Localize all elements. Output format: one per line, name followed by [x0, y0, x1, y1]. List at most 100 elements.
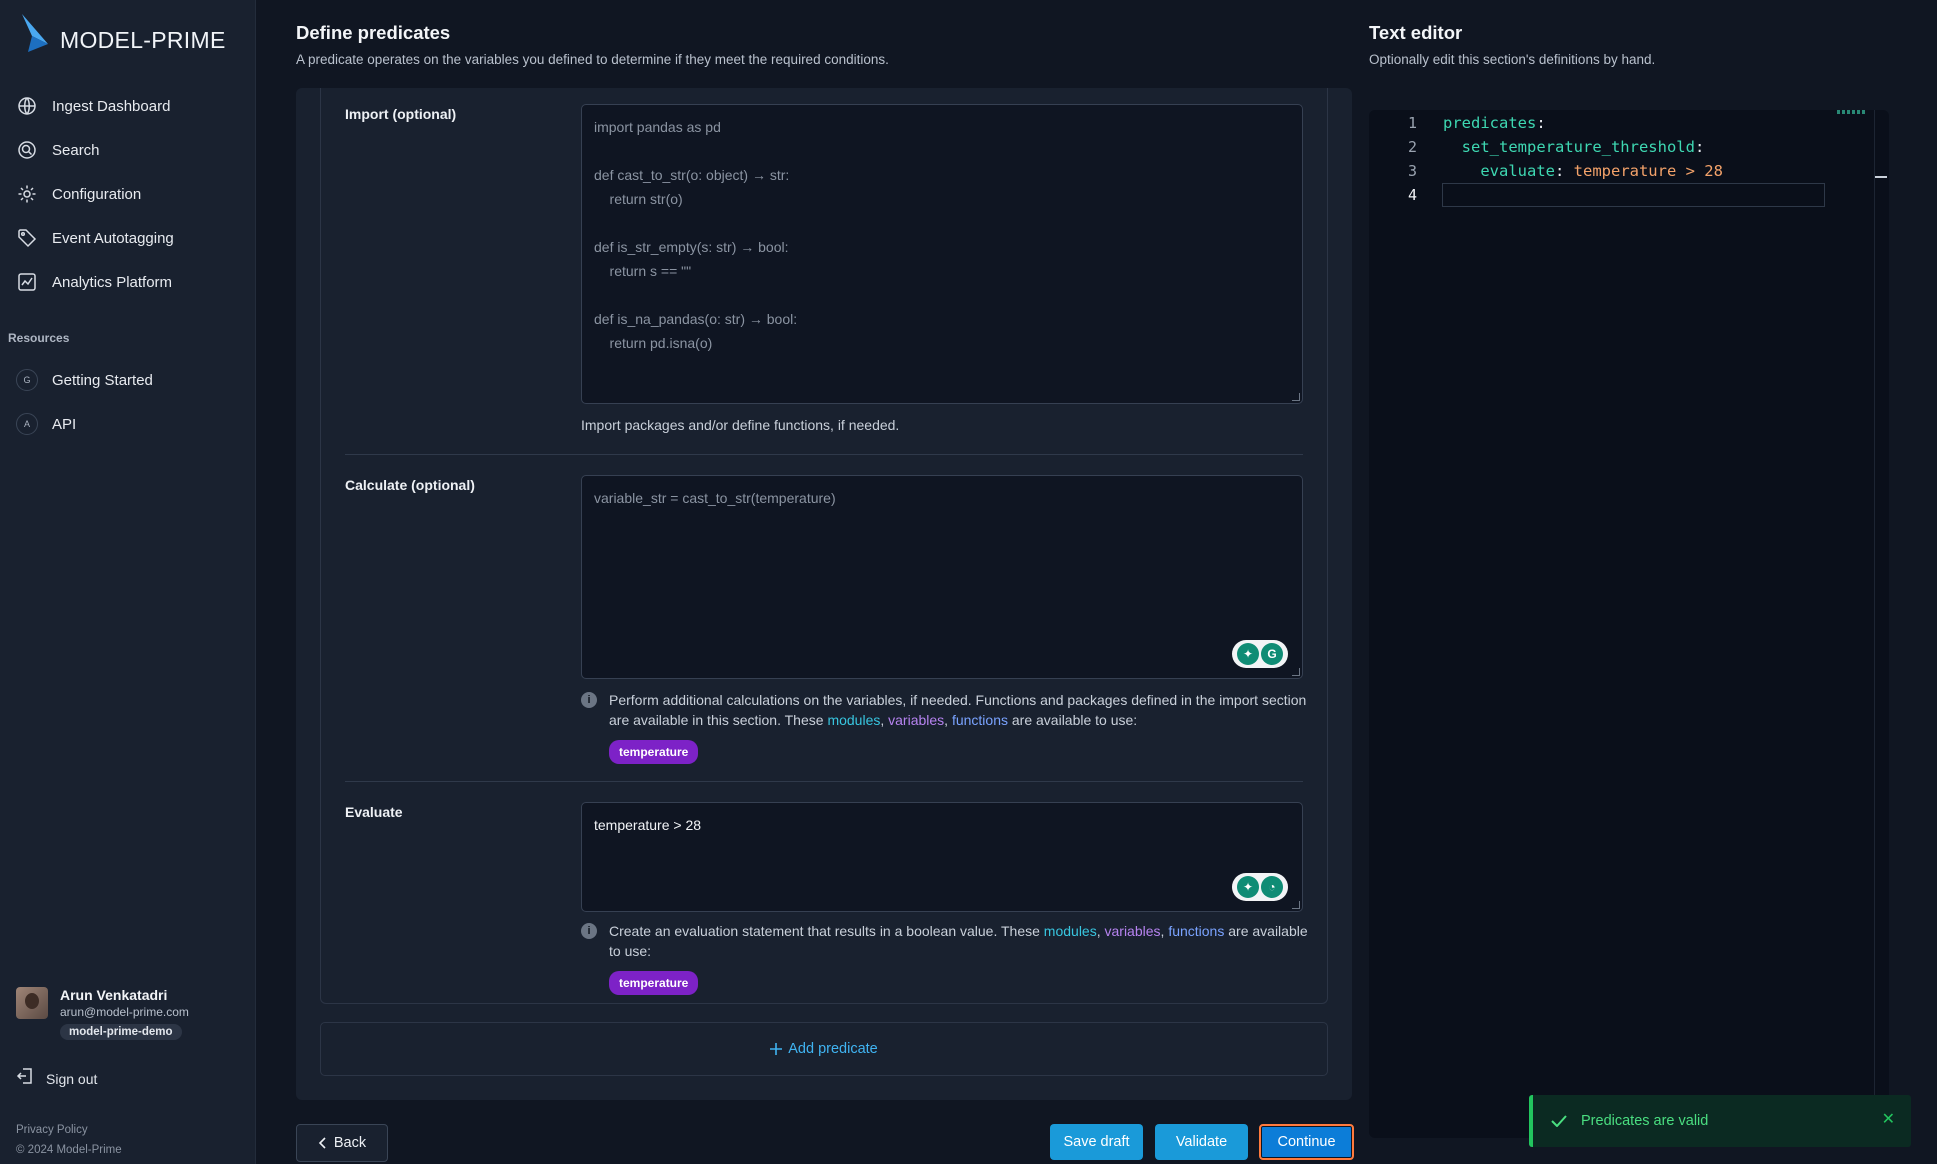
variables-link[interactable]: variables — [888, 712, 944, 728]
variable-tag[interactable]: temperature — [609, 971, 699, 995]
ai-assist-buttons: ✦ G — [1232, 640, 1288, 668]
sidebar-footer: Privacy Policy © 2024 Model-Prime — [16, 1120, 122, 1160]
nav-label: Event Autotagging — [52, 229, 174, 247]
lightbulb-icon[interactable]: ✦ — [1237, 876, 1259, 898]
nav-configuration[interactable]: Configuration — [0, 172, 256, 216]
line-number: 4 — [1407, 186, 1417, 204]
org-badge[interactable]: model-prime-demo — [60, 1024, 182, 1040]
minimap[interactable] — [1837, 110, 1865, 114]
logo-icon — [22, 14, 48, 52]
resource-badge: G — [16, 369, 38, 391]
add-predicate-label: Add predicate — [788, 1041, 878, 1057]
nav-ingest-dashboard[interactable]: Ingest Dashboard — [0, 84, 256, 128]
evaluate-value: temperature > 28 — [594, 817, 702, 833]
divider — [345, 454, 1303, 455]
text-editor-title: Text editor — [1369, 22, 1463, 43]
plus-icon — [770, 1043, 783, 1055]
nav-label: Configuration — [52, 185, 142, 203]
resources-list: G Getting Started A API — [0, 358, 256, 446]
continue-button[interactable]: Continue — [1259, 1124, 1354, 1160]
functions-link[interactable]: functions — [952, 712, 1008, 728]
code-line: predicates: — [1443, 114, 1546, 132]
save-draft-button[interactable]: Save draft — [1050, 1124, 1143, 1160]
code-line: set_temperature_threshold: — [1461, 138, 1705, 156]
resource-getting-started[interactable]: G Getting Started — [0, 358, 256, 402]
functions-link[interactable]: functions — [1168, 923, 1224, 939]
calculate-textarea[interactable]: variable_str = cast_to_str(temperature) … — [581, 475, 1303, 679]
user-name: Arun Venkatadri — [60, 987, 168, 1003]
line-number: 2 — [1407, 138, 1417, 156]
user-email: arun@model-prime.com — [60, 1005, 189, 1019]
chart-icon — [16, 271, 38, 293]
code-content[interactable]: predicates: set_temperature_threshold: e… — [1443, 111, 1723, 207]
resource-api[interactable]: A API — [0, 402, 256, 446]
nav-event-autotagging[interactable]: Event Autotagging — [0, 216, 256, 260]
chat-icon[interactable]: ◔ — [1261, 876, 1283, 898]
nav-label: Ingest Dashboard — [52, 97, 171, 115]
back-button[interactable]: Back — [296, 1124, 388, 1162]
divider — [345, 781, 1303, 782]
toast-message: Predicates are valid — [1581, 1113, 1709, 1129]
sidebar: MODEL-PRIME Ingest Dashboard Search Conf… — [0, 0, 256, 1164]
nav-analytics-platform[interactable]: Analytics Platform — [0, 260, 256, 304]
avatar — [16, 987, 48, 1019]
validate-button[interactable]: Validate — [1155, 1124, 1248, 1160]
user-info: Arun Venkatadri arun@model-prime.com mod… — [60, 987, 189, 1040]
import-label: Import (optional) — [345, 106, 457, 122]
sign-out-icon — [16, 1067, 34, 1090]
code-line: evaluate: temperature > 28 — [1480, 162, 1723, 180]
help-text: Create an evaluation statement that resu… — [609, 923, 1040, 939]
resource-label: Getting Started — [52, 371, 153, 389]
predicate-card: Import (optional) import pandas as pd de… — [320, 88, 1328, 1004]
modules-link[interactable]: modules — [827, 712, 880, 728]
placeholder-line — [594, 283, 1290, 307]
scroll-position-marker — [1875, 176, 1887, 178]
text-editor-header: Text editor Optionally edit this section… — [1369, 22, 1655, 67]
tag-icon — [16, 227, 38, 249]
grammar-icon[interactable]: G — [1261, 643, 1283, 665]
resize-handle[interactable] — [1292, 393, 1300, 401]
placeholder-line: import pandas as pd — [594, 119, 721, 135]
yaml-key: predicates — [1443, 114, 1537, 132]
variables-link[interactable]: variables — [1105, 923, 1161, 939]
back-label: Back — [333, 1135, 367, 1151]
lightbulb-icon[interactable]: ✦ — [1237, 643, 1259, 665]
yaml-value: temperature > 28 — [1573, 162, 1723, 180]
placeholder-line: return s == "" — [594, 263, 692, 279]
variable-tag[interactable]: temperature — [609, 740, 699, 764]
main-nav: Ingest Dashboard Search Configuration Ev… — [0, 84, 256, 304]
page-subtitle: A predicate operates on the variables yo… — [296, 52, 889, 67]
check-icon — [1551, 1115, 1567, 1127]
info-icon: i — [581, 923, 597, 939]
sign-out-label: Sign out — [46, 1070, 98, 1087]
nav-search[interactable]: Search — [0, 128, 256, 172]
user-profile[interactable]: Arun Venkatadri arun@model-prime.com mod… — [16, 987, 189, 1040]
add-predicate-button[interactable]: Add predicate — [320, 1022, 1328, 1076]
nav-label: Search — [52, 141, 100, 159]
scrollbar[interactable] — [1874, 110, 1875, 1138]
modules-link[interactable]: modules — [1044, 923, 1097, 939]
nav-label: Analytics Platform — [52, 273, 173, 291]
info-icon: i — [581, 692, 597, 708]
sign-out-button[interactable]: Sign out — [16, 1067, 97, 1090]
resources-heading: Resources — [8, 331, 70, 345]
placeholder-line: variable_str = cast_to_str(temperature) — [594, 490, 836, 506]
app-logo[interactable]: MODEL-PRIME — [18, 12, 226, 56]
search-icon — [16, 139, 38, 161]
evaluate-label: Evaluate — [345, 804, 403, 820]
resize-handle[interactable] — [1292, 901, 1300, 909]
yaml-key: evaluate — [1480, 162, 1555, 180]
calculate-help: i Perform additional calculations on the… — [581, 690, 1311, 764]
code-editor[interactable]: 1 2 3 4 predicates: set_temperature_thre… — [1369, 110, 1889, 1138]
privacy-policy-link[interactable]: Privacy Policy — [16, 1120, 122, 1140]
resize-handle[interactable] — [1292, 668, 1300, 676]
success-toast: Predicates are valid ✕ — [1529, 1095, 1911, 1147]
yaml-key: set_temperature_threshold — [1461, 138, 1695, 156]
import-textarea[interactable]: import pandas as pd def cast_to_str(o: o… — [581, 104, 1303, 404]
help-text: are available to use: — [1011, 712, 1138, 728]
app-name: MODEL-PRIME — [60, 26, 226, 53]
page-title: Define predicates — [296, 22, 451, 43]
placeholder-line — [594, 211, 1290, 235]
evaluate-textarea[interactable]: temperature > 28 ✦ ◔ — [581, 802, 1303, 912]
close-icon[interactable]: ✕ — [1882, 1109, 1895, 1129]
